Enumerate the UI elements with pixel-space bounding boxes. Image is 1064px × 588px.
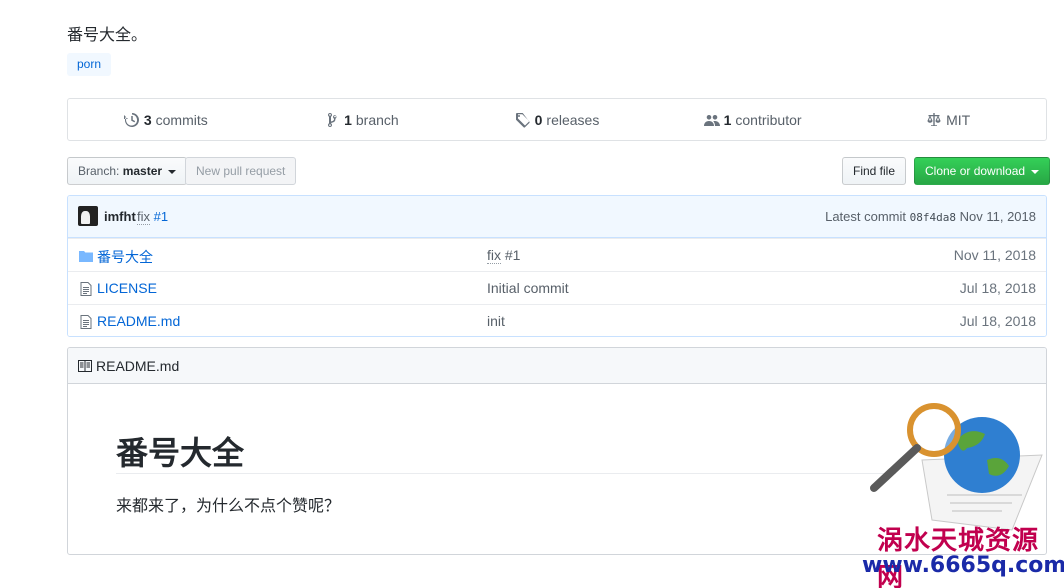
branches-link[interactable]: 1 branch (264, 99, 460, 140)
table-row: README.md init Jul 18, 2018 (68, 304, 1046, 336)
releases-link[interactable]: 0 releases (459, 99, 655, 140)
commits-count: 3 (143, 111, 152, 128)
clone-label: Clone or download (925, 164, 1026, 178)
book-icon (78, 360, 92, 372)
branch-select-button[interactable]: Branch: master (67, 157, 188, 185)
readme-header: README.md (68, 348, 1046, 384)
contributors-link[interactable]: 1 contributor (655, 99, 851, 140)
file-commit-message: Initial commit (487, 280, 569, 296)
contributors-label: contributor (735, 111, 802, 128)
commit-author[interactable]: imfht (104, 209, 136, 224)
readme-paragraph: 来都来了，为什么不点个赞呢？ (116, 498, 341, 515)
file-commit-message: init (487, 313, 505, 329)
file-age: Jul 18, 2018 (959, 280, 1036, 296)
caret-down-icon (168, 169, 177, 174)
law-icon (927, 112, 941, 126)
file-text-icon (80, 282, 92, 296)
topic-tag-porn[interactable]: porn (67, 53, 112, 76)
readme-heading: 番号大全 (116, 435, 245, 471)
tag-icon (515, 112, 530, 128)
license-label: MIT (946, 111, 971, 128)
readme-filename: README.md (96, 358, 180, 374)
file-commit-link[interactable]: Initial commit (487, 280, 569, 296)
table-row: LICENSE Initial commit Jul 18, 2018 (68, 271, 1046, 304)
file-age: Jul 18, 2018 (959, 313, 1036, 329)
file-commit-issue-ref[interactable]: #1 (505, 247, 521, 263)
clone-or-download-button[interactable]: Clone or download (914, 157, 1051, 185)
license-link[interactable]: MIT (850, 99, 1046, 140)
releases-label: releases (546, 111, 600, 128)
commit-message: fix #1 (137, 209, 168, 225)
file-name-link[interactable]: 番号大全 (97, 247, 153, 267)
people-icon (703, 114, 720, 126)
heading-divider (116, 473, 896, 474)
commit-date: Nov 11, 2018 (959, 209, 1036, 224)
latest-commit-info: Latest commit 08f4da8 Nov 11, 2018 (825, 209, 1036, 224)
table-row: 番号大全 fix #1 Nov 11, 2018 (68, 238, 1046, 271)
commits-label: commits (155, 111, 208, 128)
file-commit-message: fix #1 (487, 247, 521, 264)
caret-down-icon (1031, 169, 1040, 174)
file-navigation-table: imfht fix #1 Latest commit 08f4da8 Nov 1… (67, 195, 1047, 337)
file-commit-link[interactable]: fix (487, 247, 501, 264)
commits-link[interactable]: 3 commits (68, 99, 264, 140)
author-avatar[interactable] (78, 206, 98, 226)
file-text-icon (80, 315, 92, 329)
file-age: Nov 11, 2018 (953, 247, 1036, 263)
repo-numbers-summary: 3 commits 1 branch 0 releases 1 contribu… (67, 98, 1047, 141)
new-pull-request-button[interactable]: New pull request (185, 157, 297, 185)
commit-sha[interactable]: 08f4da8 (910, 211, 956, 224)
history-icon (123, 112, 139, 127)
file-commit-link[interactable]: init (487, 313, 505, 329)
latest-commit-bar: imfht fix #1 Latest commit 08f4da8 Nov 1… (68, 196, 1046, 238)
latest-commit-label: Latest commit (825, 209, 907, 224)
git-branch-icon (328, 112, 337, 127)
commit-message-link[interactable]: fix (137, 209, 150, 225)
branch-name: master (122, 164, 163, 178)
watermark-site-url: www.6665q.com (862, 553, 1064, 578)
releases-count: 0 (534, 111, 543, 128)
find-file-button[interactable]: Find file (842, 157, 907, 185)
folder-icon (79, 251, 93, 262)
branch-label: Branch: (78, 164, 120, 178)
contributors-count: 1 (723, 111, 732, 128)
branches-count: 1 (344, 111, 352, 128)
repo-description: 番号大全。 (67, 27, 148, 44)
branches-label: branch (355, 111, 399, 128)
commit-issue-ref[interactable]: #1 (154, 209, 168, 224)
file-name-link[interactable]: LICENSE (97, 280, 157, 296)
file-name-link[interactable]: README.md (97, 313, 180, 329)
